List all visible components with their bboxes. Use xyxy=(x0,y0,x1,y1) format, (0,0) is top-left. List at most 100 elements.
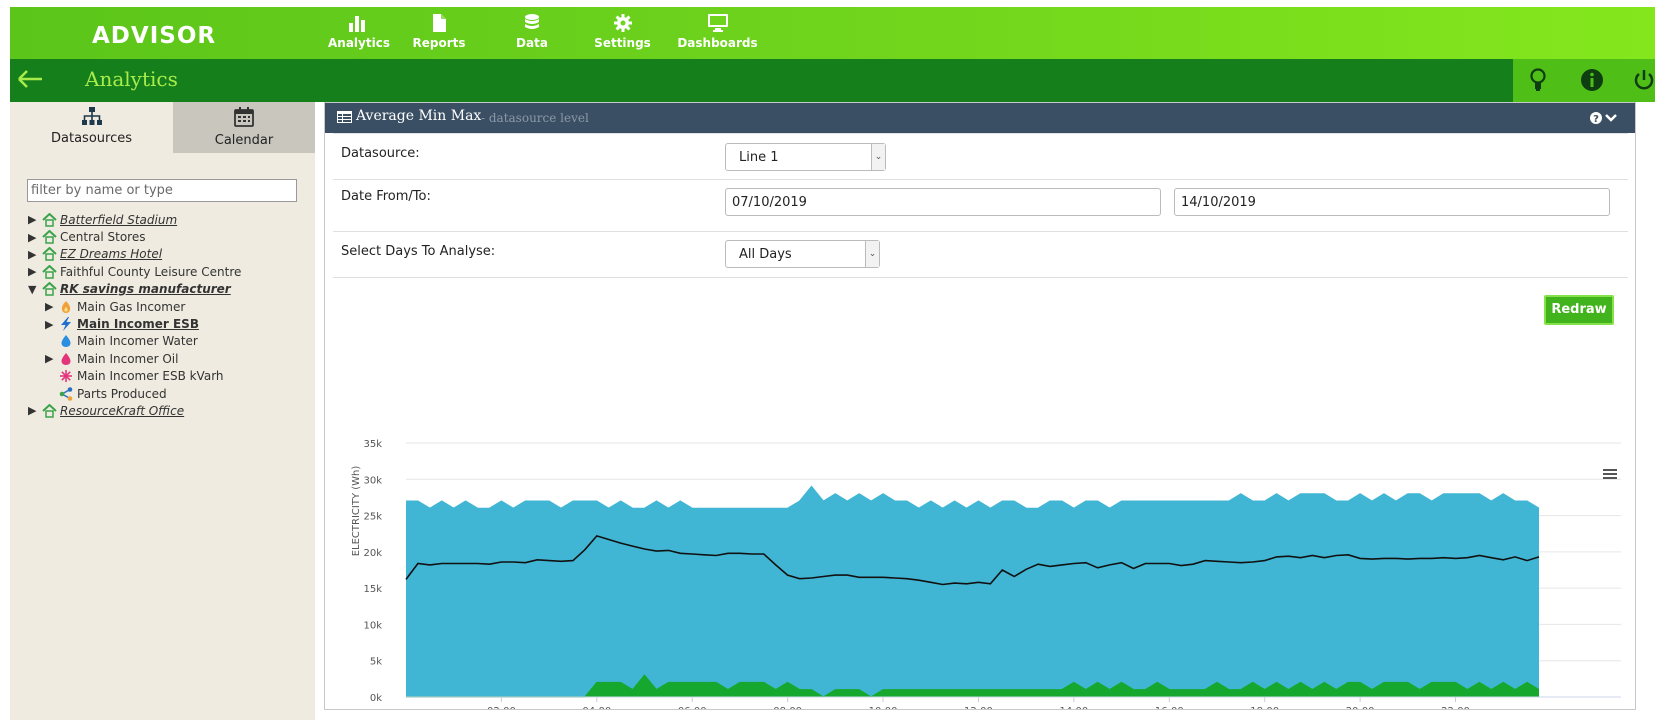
nav-settings[interactable]: Settings xyxy=(572,7,673,59)
nav-analytics[interactable]: Analytics xyxy=(328,7,390,65)
header-actions xyxy=(1513,59,1655,102)
days-label: Select Days To Analyse: xyxy=(341,244,496,259)
collapse-arrow-icon[interactable]: ▼ xyxy=(28,283,42,296)
tree-item-label: EZ Dreams Hotel xyxy=(60,247,163,262)
datasource-value: Line 1 xyxy=(739,150,779,165)
x-tick-label: 04:00 xyxy=(582,706,611,709)
y-axis-ticks: 0k 5k 10k 15k 20k 25k 30k 35k xyxy=(363,439,382,704)
spark-icon xyxy=(59,369,75,383)
tree-item[interactable]: ▶ Faithful County Leisure Centre xyxy=(28,263,241,280)
info-icon[interactable] xyxy=(1580,68,1604,95)
x-tick-label: 08:00 xyxy=(773,706,802,709)
chevron-down-icon: ⌄ xyxy=(871,144,885,170)
tree-item[interactable]: ▶ ResourceKraft Office xyxy=(28,402,241,419)
expand-arrow-icon[interactable]: ▶ xyxy=(45,318,59,331)
tree-item[interactable]: ▶ EZ Dreams Hotel xyxy=(28,246,241,263)
date-from-input[interactable]: 07/10/2019 xyxy=(725,188,1161,216)
sitemap-icon xyxy=(81,107,103,129)
nav-label: Reports xyxy=(412,36,466,50)
expand-arrow-icon[interactable]: ▶ xyxy=(28,213,42,226)
datasource-label: Datasource: xyxy=(341,146,420,161)
site-icon xyxy=(42,229,58,244)
x-tick-label: 02:00 xyxy=(487,706,516,709)
expand-arrow-icon[interactable]: ▶ xyxy=(45,352,59,365)
expand-arrow-icon[interactable]: ▶ xyxy=(45,300,59,313)
panel-title: Average Min Max xyxy=(356,108,482,124)
nav-dashboards[interactable]: Dashboards xyxy=(673,7,762,59)
lightning-icon xyxy=(59,317,75,332)
series-maximum-area xyxy=(406,486,1539,697)
x-tick-label: 16:00 xyxy=(1155,706,1184,709)
tree-item[interactable]: Main Incomer ESB kVarh xyxy=(28,368,241,385)
tree-item-label: Main Incomer Oil xyxy=(77,351,179,366)
tree-item[interactable]: ▶ Main Incomer ESB xyxy=(28,315,241,332)
tab-datasources[interactable]: Datasources xyxy=(10,102,173,153)
site-icon xyxy=(42,281,58,296)
nav-data[interactable]: Data xyxy=(492,7,572,59)
gear-icon xyxy=(572,13,673,35)
redraw-button[interactable]: Redraw xyxy=(1544,295,1614,325)
average-min-max-panel: Average Min Max - datasource level ? Dat… xyxy=(324,102,1636,710)
filter-input[interactable] xyxy=(27,179,297,202)
tree-item[interactable]: ▶ Batterfield Stadium xyxy=(28,211,241,228)
y-tick-label: 25k xyxy=(363,512,382,523)
site-icon xyxy=(42,247,58,262)
date-to-input[interactable]: 14/10/2019 xyxy=(1174,188,1610,216)
expand-arrow-icon[interactable]: ▶ xyxy=(28,248,42,261)
days-value: All Days xyxy=(739,247,792,262)
bar-chart-icon xyxy=(328,13,386,35)
nav-reports[interactable]: Reports xyxy=(386,7,492,59)
date-row: Date From/To: 07/10/2019 14/10/2019 xyxy=(333,180,1628,232)
y-tick-label: 5k xyxy=(370,657,382,668)
x-tick-label: 22:00 xyxy=(1441,706,1470,709)
x-tick-label: 10:00 xyxy=(869,706,898,709)
panel-subtitle: - datasource level xyxy=(481,111,589,125)
tree-item[interactable]: Parts Produced xyxy=(28,385,241,402)
tree-item-label: ResourceKraft Office xyxy=(60,403,185,418)
gas-flame-icon xyxy=(59,300,75,314)
site-icon xyxy=(42,403,58,418)
water-drop-icon xyxy=(59,334,75,348)
document-icon xyxy=(386,13,492,35)
tree-item[interactable]: ▼ RK savings manufacturer xyxy=(28,281,241,298)
expand-arrow-icon[interactable]: ▶ xyxy=(28,231,42,244)
help-collapse-controls[interactable]: ? xyxy=(1589,110,1619,129)
x-axis-ticks: 02:00 04:00 06:00 08:00 10:00 12:00 14:00 16:00… xyxy=(406,696,1621,709)
x-tick-label: 12:00 xyxy=(964,706,993,709)
tree-item[interactable]: ▶ Main Incomer Oil xyxy=(28,350,241,367)
tree-item[interactable]: ▶ Main Gas Incomer xyxy=(28,298,241,315)
tab-calendar[interactable]: Calendar xyxy=(173,102,315,153)
page-header-bar: Analytics xyxy=(10,59,1513,102)
tree-item-label: Central Stores xyxy=(60,230,146,245)
y-tick-label: 0k xyxy=(370,693,382,704)
nav-label: Dashboards xyxy=(677,36,758,50)
tree-item-label: Faithful County Leisure Centre xyxy=(60,264,242,279)
chevron-down-icon: ⌄ xyxy=(865,241,879,267)
tree-item-label: Main Incomer ESB xyxy=(77,317,199,332)
chart-menu-icon[interactable] xyxy=(1603,469,1617,479)
x-tick-label: 06:00 xyxy=(678,706,707,709)
app-logo: ADVISOR xyxy=(92,23,217,49)
days-select[interactable]: All Days ⌄ xyxy=(725,240,880,268)
y-tick-label: 35k xyxy=(363,439,382,450)
expand-arrow-icon[interactable]: ▶ xyxy=(28,404,42,417)
y-tick-label: 10k xyxy=(363,620,382,631)
site-icon xyxy=(42,212,58,227)
chart-areas xyxy=(405,485,1540,698)
tree-item-label: RK savings manufacturer xyxy=(60,282,231,297)
tree-item[interactable]: Main Incomer Water xyxy=(28,333,241,350)
tab-label: Datasources xyxy=(51,131,132,146)
datasource-select[interactable]: Line 1 ⌄ xyxy=(725,143,886,171)
tree-item[interactable]: ▶ Central Stores xyxy=(28,228,241,245)
monitor-icon xyxy=(673,13,762,35)
back-arrow-icon[interactable] xyxy=(15,67,45,94)
nav-label: Settings xyxy=(594,36,651,50)
expand-arrow-icon[interactable]: ▶ xyxy=(28,265,42,278)
days-row: Select Days To Analyse: All Days ⌄ xyxy=(333,232,1628,278)
lightbulb-icon[interactable] xyxy=(1528,68,1548,95)
power-icon[interactable] xyxy=(1633,68,1655,95)
tree-item-label: Batterfield Stadium xyxy=(60,212,178,227)
share-nodes-icon xyxy=(59,386,75,401)
site-icon xyxy=(42,264,58,279)
nav-label: Data xyxy=(516,36,548,50)
